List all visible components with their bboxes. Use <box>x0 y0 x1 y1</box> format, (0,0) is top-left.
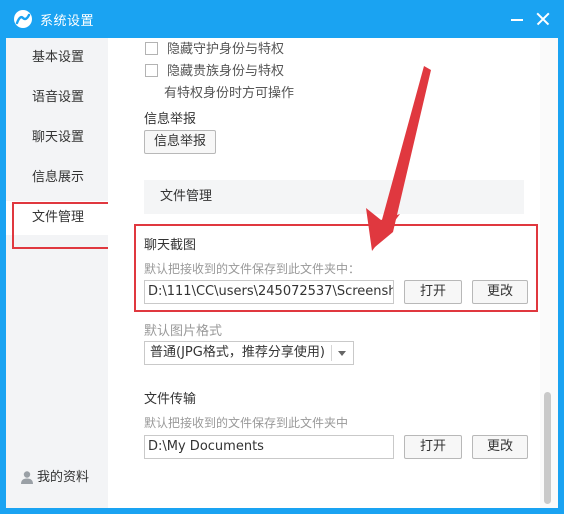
image-format-value: 普通(JPG格式，推荐分享使用) <box>150 345 325 360</box>
chat-screenshot-heading: 聊天截图 <box>144 238 197 253</box>
my-profile-link[interactable]: 我的资料 <box>20 466 89 485</box>
checkbox[interactable] <box>145 42 158 55</box>
privilege-note: 有特权身份时方可操作 <box>164 86 295 101</box>
chat-screenshot-change-button[interactable]: 更改 <box>472 280 528 304</box>
file-transfer-heading: 文件传输 <box>144 392 197 407</box>
user-icon <box>21 471 33 484</box>
title-bar: 系统设置 <box>0 0 564 38</box>
report-heading: 信息举报 <box>144 112 197 127</box>
option-hide-noble[interactable]: 隐藏贵族身份与特权 <box>145 60 284 79</box>
window-title: 系统设置 <box>40 14 95 29</box>
scrollbar-thumb[interactable] <box>544 392 551 504</box>
chat-screenshot-path-input[interactable]: D:\111\CC\users\245072537\Screenshot\ <box>144 280 394 304</box>
file-transfer-open-button[interactable]: 打开 <box>404 435 462 459</box>
minimize-icon[interactable] <box>508 10 526 28</box>
sidebar-item-file-management[interactable]: 文件管理 <box>6 201 108 235</box>
option-hide-guardian[interactable]: 隐藏守护身份与特权 <box>145 38 284 57</box>
sidebar-item-info-display[interactable]: 信息展示 <box>6 161 108 195</box>
image-format-select[interactable]: 普通(JPG格式，推荐分享使用) <box>144 341 354 365</box>
image-format-label: 默认图片格式 <box>144 324 223 339</box>
close-icon[interactable] <box>534 10 552 28</box>
app-logo-icon <box>14 10 32 28</box>
file-management-section-title: 文件管理 <box>144 180 524 214</box>
option-hide-noble-label: 隐藏贵族身份与特权 <box>167 64 285 79</box>
file-transfer-change-button[interactable]: 更改 <box>472 435 528 459</box>
chat-screenshot-description: 默认把接收到的文件保存到此文件夹中： <box>144 262 361 276</box>
chat-screenshot-open-button[interactable]: 打开 <box>404 280 462 304</box>
chevron-down-icon[interactable] <box>338 351 346 356</box>
settings-content: 隐藏守护身份与特权 隐藏贵族身份与特权 有特权身份时方可操作 信息举报 信息举报… <box>108 38 540 508</box>
window-border-bottom <box>0 508 564 514</box>
file-transfer-description: 默认把接收到的文件保存到此文件夹中 <box>144 416 349 430</box>
window-border-right <box>558 38 564 514</box>
file-transfer-path-input[interactable]: D:\My Documents <box>144 435 394 459</box>
sidebar-item-basic[interactable]: 基本设置 <box>6 41 108 75</box>
report-button[interactable]: 信息举报 <box>144 130 216 154</box>
sidebar-item-chat[interactable]: 聊天设置 <box>6 121 108 155</box>
select-divider <box>331 345 332 361</box>
checkbox[interactable] <box>145 64 158 77</box>
sidebar: 基本设置 语音设置 聊天设置 信息展示 文件管理 <box>6 38 109 508</box>
my-profile-label: 我的资料 <box>37 470 90 485</box>
sidebar-item-voice[interactable]: 语音设置 <box>6 81 108 115</box>
option-hide-guardian-label: 隐藏守护身份与特权 <box>167 42 285 57</box>
